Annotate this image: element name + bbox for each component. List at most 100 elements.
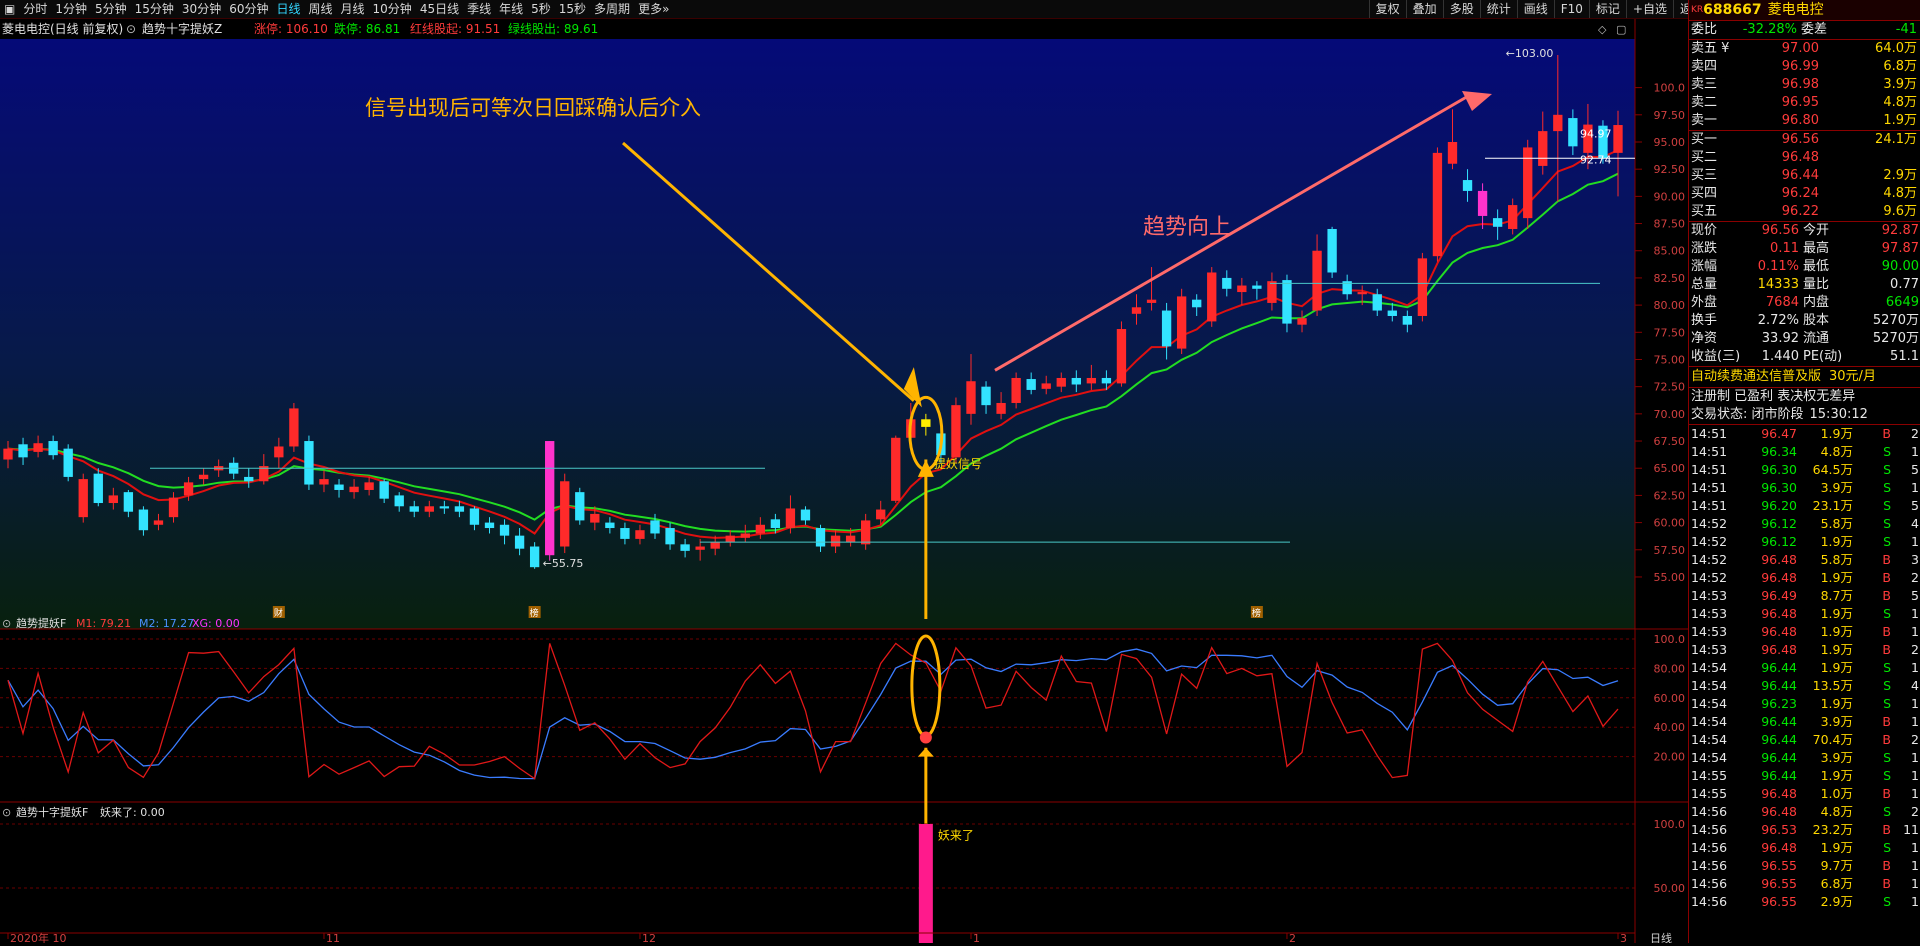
candle-body[interactable] <box>1222 277 1232 289</box>
sub1-icon[interactable]: ⊙ <box>2 617 11 630</box>
candle-body[interactable] <box>454 506 465 512</box>
period-tab[interactable]: 45日线 <box>416 0 463 18</box>
candle-body[interactable] <box>545 441 555 556</box>
tool-button[interactable]: 统计 <box>1479 0 1517 18</box>
candle-body[interactable] <box>1613 125 1623 153</box>
period-tab[interactable]: 月线 <box>337 0 369 18</box>
candle-body[interactable] <box>394 495 404 507</box>
candle-body[interactable] <box>1176 296 1187 349</box>
candle-body[interactable] <box>379 481 389 499</box>
sub2-icon[interactable]: ⊙ <box>2 806 11 819</box>
candle-body[interactable] <box>1146 299 1157 303</box>
candle-body[interactable] <box>63 448 73 477</box>
chart-area[interactable]: 菱电电控(日线 前复权) ⊙ 趋势十字提妖Z 涨停: 106.10 跌停: 86… <box>0 19 1688 946</box>
tool-button[interactable]: F10 <box>1553 0 1589 18</box>
period-tab[interactable]: 15分钟 <box>131 0 178 18</box>
candle-body[interactable] <box>424 506 434 512</box>
candle-body[interactable] <box>921 419 931 427</box>
candle-body[interactable] <box>274 446 284 458</box>
tool-button[interactable]: 叠加 <box>1405 0 1443 18</box>
candle-body[interactable] <box>575 492 585 521</box>
candle-body[interactable] <box>1267 281 1277 303</box>
tool-button[interactable]: 画线 <box>1516 0 1554 18</box>
candle-body[interactable] <box>605 522 615 529</box>
candle-body[interactable] <box>620 528 630 539</box>
candle-body[interactable] <box>1492 218 1503 227</box>
candle-body[interactable] <box>1282 280 1292 324</box>
candle-body[interactable] <box>409 506 419 512</box>
period-tab[interactable]: 15秒 <box>555 0 590 18</box>
period-tab[interactable]: 分时 <box>19 0 51 18</box>
period-tab[interactable]: 5分钟 <box>91 0 131 18</box>
period-tab[interactable]: 更多» <box>634 0 673 18</box>
candle-body[interactable] <box>845 535 856 543</box>
candle-body[interactable] <box>876 509 886 520</box>
candle-body[interactable] <box>123 492 134 512</box>
period-tab[interactable]: 年线 <box>495 0 527 18</box>
candle-body[interactable] <box>951 405 961 458</box>
period-tab[interactable]: 季线 <box>463 0 495 18</box>
candle-body[interactable] <box>785 508 796 529</box>
candle-body[interactable] <box>755 524 766 534</box>
tool-button[interactable]: 多股 <box>1442 0 1480 18</box>
candle-body[interactable] <box>1402 315 1413 325</box>
period-tab[interactable]: 60分钟 <box>225 0 272 18</box>
candle-body[interactable] <box>289 408 299 447</box>
period-tab[interactable]: 30分钟 <box>178 0 225 18</box>
candle-body[interactable] <box>78 479 88 518</box>
candle-body[interactable] <box>1252 285 1262 289</box>
candle-body[interactable] <box>1056 377 1066 387</box>
candle-body[interactable] <box>830 535 841 547</box>
candle-body[interactable] <box>93 473 103 504</box>
candle-body[interactable] <box>590 513 600 523</box>
candle-body[interactable] <box>153 520 164 525</box>
candle-body[interactable] <box>439 506 450 509</box>
period-tab[interactable]: 5秒 <box>527 0 555 18</box>
candle-body[interactable] <box>1432 152 1443 257</box>
candle-body[interactable] <box>364 482 374 490</box>
candle-body[interactable] <box>1192 299 1202 308</box>
candle-body[interactable] <box>891 437 901 501</box>
candle-body[interactable] <box>529 546 540 568</box>
candle-body[interactable] <box>1417 258 1428 316</box>
tool-button[interactable]: +自选 <box>1625 0 1673 18</box>
candle-body[interactable] <box>304 441 314 485</box>
candle-body[interactable] <box>3 448 13 460</box>
candle-body[interactable] <box>168 497 179 518</box>
tool-button[interactable]: 标记 <box>1588 0 1626 18</box>
candle-body[interactable] <box>1372 294 1382 311</box>
candle-body[interactable] <box>183 482 194 496</box>
period-tab[interactable]: 1分钟 <box>51 0 91 18</box>
candle-body[interactable] <box>1086 377 1097 384</box>
candle-body[interactable] <box>650 520 660 534</box>
tool-button[interactable]: 复权 <box>1368 0 1406 18</box>
candle-body[interactable] <box>48 441 58 456</box>
candle-body[interactable] <box>1237 285 1247 293</box>
period-tab[interactable]: 多周期 <box>590 0 634 18</box>
candle-body[interactable] <box>1101 377 1112 384</box>
candle-body[interactable] <box>680 544 690 551</box>
candle-body[interactable] <box>770 519 781 529</box>
candle-body[interactable] <box>244 476 254 482</box>
candle-body[interactable] <box>1041 383 1051 389</box>
candle-body[interactable] <box>710 542 720 549</box>
candle-body[interactable] <box>1538 131 1548 166</box>
candle-body[interactable] <box>484 522 495 529</box>
candle-body[interactable] <box>996 402 1006 414</box>
period-tab[interactable]: 10分钟 <box>369 0 416 18</box>
candle-body[interactable] <box>665 528 675 545</box>
candle-body[interactable] <box>138 509 149 531</box>
kline-chart[interactable]: 菱电电控(日线 前复权) ⊙ 趋势十字提妖Z 涨停: 106.10 跌停: 86… <box>0 19 1688 946</box>
candle-body[interactable] <box>1508 205 1518 229</box>
candle-body[interactable] <box>319 479 329 485</box>
candle-body[interactable] <box>1462 180 1473 191</box>
diamond-icon[interactable]: ◇ <box>1598 23 1607 36</box>
candle-body[interactable] <box>1011 377 1021 403</box>
candle-body[interactable] <box>981 386 991 406</box>
candle-body[interactable] <box>740 533 750 538</box>
candle-body[interactable] <box>198 474 209 480</box>
candle-body[interactable] <box>18 444 28 458</box>
candle-body[interactable] <box>966 381 976 414</box>
candle-body[interactable] <box>1327 228 1337 273</box>
candle-body[interactable] <box>1026 379 1036 390</box>
